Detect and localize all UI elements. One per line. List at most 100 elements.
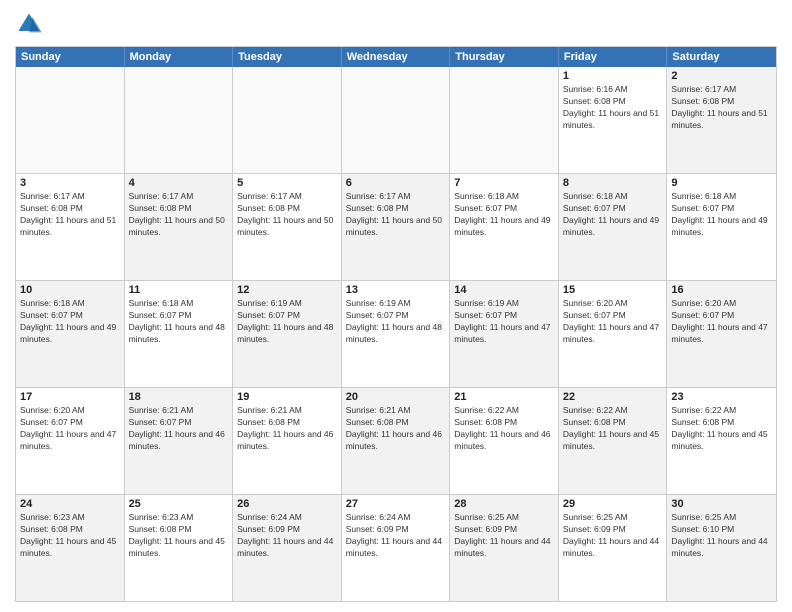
cell-info: Sunrise: 6:20 AM Sunset: 6:07 PM Dayligh… xyxy=(20,405,120,453)
cell-info: Sunrise: 6:25 AM Sunset: 6:09 PM Dayligh… xyxy=(563,512,663,560)
cal-cell-4-1: 25 Sunrise: 6:23 AM Sunset: 6:08 PM Dayli… xyxy=(125,495,234,601)
cal-cell-1-4: 7 Sunrise: 6:18 AM Sunset: 6:07 PM Daylig… xyxy=(450,174,559,280)
day-number: 1 xyxy=(563,70,663,82)
cell-info: Sunrise: 6:16 AM Sunset: 6:08 PM Dayligh… xyxy=(563,84,663,132)
cal-cell-2-6: 16 Sunrise: 6:20 AM Sunset: 6:07 PM Dayli… xyxy=(667,281,776,387)
cal-cell-1-1: 4 Sunrise: 6:17 AM Sunset: 6:08 PM Daylig… xyxy=(125,174,234,280)
cal-cell-4-2: 26 Sunrise: 6:24 AM Sunset: 6:09 PM Dayli… xyxy=(233,495,342,601)
header-day-wednesday: Wednesday xyxy=(342,47,451,67)
cell-info: Sunrise: 6:17 AM Sunset: 6:08 PM Dayligh… xyxy=(129,191,229,239)
day-number: 27 xyxy=(346,498,446,510)
cell-info: Sunrise: 6:21 AM Sunset: 6:08 PM Dayligh… xyxy=(346,405,446,453)
week-row-1: 3 Sunrise: 6:17 AM Sunset: 6:08 PM Daylig… xyxy=(16,174,776,281)
cell-info: Sunrise: 6:22 AM Sunset: 6:08 PM Dayligh… xyxy=(563,405,663,453)
cell-info: Sunrise: 6:23 AM Sunset: 6:08 PM Dayligh… xyxy=(129,512,229,560)
cal-cell-0-2 xyxy=(233,67,342,173)
cal-cell-3-4: 21 Sunrise: 6:22 AM Sunset: 6:08 PM Dayli… xyxy=(450,388,559,494)
cal-cell-1-6: 9Sunrise: 6:18 AM Sunset: 6:07 PM Daylig… xyxy=(667,174,776,280)
day-number: 18 xyxy=(129,391,229,403)
cell-info: Sunrise: 6:22 AM Sunset: 6:08 PM Dayligh… xyxy=(671,405,772,453)
cal-cell-2-0: 10 Sunrise: 6:18 AM Sunset: 6:07 PM Dayli… xyxy=(16,281,125,387)
cell-info: Sunrise: 6:17 AM Sunset: 6:08 PM Dayligh… xyxy=(346,191,446,239)
day-number: 4 xyxy=(129,177,229,189)
day-number: 14 xyxy=(454,284,554,296)
logo xyxy=(15,10,47,38)
cal-cell-2-3: 13 Sunrise: 6:19 AM Sunset: 6:07 PM Dayli… xyxy=(342,281,451,387)
cal-cell-4-5: 29Sunrise: 6:25 AM Sunset: 6:09 PM Dayli… xyxy=(559,495,668,601)
header-day-saturday: Saturday xyxy=(667,47,776,67)
cell-info: Sunrise: 6:18 AM Sunset: 6:07 PM Dayligh… xyxy=(129,298,229,346)
day-number: 9 xyxy=(671,177,772,189)
cal-cell-2-4: 14 Sunrise: 6:19 AM Sunset: 6:07 PM Dayli… xyxy=(450,281,559,387)
cell-info: Sunrise: 6:20 AM Sunset: 6:07 PM Dayligh… xyxy=(563,298,663,346)
cell-info: Sunrise: 6:21 AM Sunset: 6:08 PM Dayligh… xyxy=(237,405,337,453)
day-number: 21 xyxy=(454,391,554,403)
cal-cell-3-5: 22 Sunrise: 6:22 AM Sunset: 6:08 PM Dayli… xyxy=(559,388,668,494)
cal-cell-2-5: 15 Sunrise: 6:20 AM Sunset: 6:07 PM Dayli… xyxy=(559,281,668,387)
week-row-3: 17 Sunrise: 6:20 AM Sunset: 6:07 PM Dayli… xyxy=(16,388,776,495)
week-row-0: 1 Sunrise: 6:16 AM Sunset: 6:08 PM Daylig… xyxy=(16,67,776,174)
cell-info: Sunrise: 6:17 AM Sunset: 6:08 PM Dayligh… xyxy=(20,191,120,239)
day-number: 22 xyxy=(563,391,663,403)
cal-cell-3-2: 19Sunrise: 6:21 AM Sunset: 6:08 PM Dayli… xyxy=(233,388,342,494)
day-number: 28 xyxy=(454,498,554,510)
day-number: 25 xyxy=(129,498,229,510)
cal-cell-1-5: 8 Sunrise: 6:18 AM Sunset: 6:07 PM Daylig… xyxy=(559,174,668,280)
day-number: 17 xyxy=(20,391,120,403)
cell-info: Sunrise: 6:19 AM Sunset: 6:07 PM Dayligh… xyxy=(237,298,337,346)
cal-cell-2-1: 11 Sunrise: 6:18 AM Sunset: 6:07 PM Dayli… xyxy=(125,281,234,387)
cell-info: Sunrise: 6:18 AM Sunset: 6:07 PM Dayligh… xyxy=(563,191,663,239)
cell-info: Sunrise: 6:24 AM Sunset: 6:09 PM Dayligh… xyxy=(237,512,337,560)
header-day-thursday: Thursday xyxy=(450,47,559,67)
header-day-monday: Monday xyxy=(125,47,234,67)
week-row-4: 24 Sunrise: 6:23 AM Sunset: 6:08 PM Dayli… xyxy=(16,495,776,601)
day-number: 3 xyxy=(20,177,120,189)
day-number: 15 xyxy=(563,284,663,296)
cell-info: Sunrise: 6:22 AM Sunset: 6:08 PM Dayligh… xyxy=(454,405,554,453)
day-number: 23 xyxy=(671,391,772,403)
day-number: 30 xyxy=(671,498,772,510)
cal-cell-4-6: 30 Sunrise: 6:25 AM Sunset: 6:10 PM Dayli… xyxy=(667,495,776,601)
cal-cell-3-6: 23 Sunrise: 6:22 AM Sunset: 6:08 PM Dayli… xyxy=(667,388,776,494)
cal-cell-4-4: 28 Sunrise: 6:25 AM Sunset: 6:09 PM Dayli… xyxy=(450,495,559,601)
cal-cell-4-3: 27 Sunrise: 6:24 AM Sunset: 6:09 PM Dayli… xyxy=(342,495,451,601)
calendar-body: 1 Sunrise: 6:16 AM Sunset: 6:08 PM Daylig… xyxy=(16,67,776,601)
cell-info: Sunrise: 6:18 AM Sunset: 6:07 PM Dayligh… xyxy=(454,191,554,239)
cell-info: Sunrise: 6:19 AM Sunset: 6:07 PM Dayligh… xyxy=(346,298,446,346)
day-number: 2 xyxy=(671,70,772,82)
cell-info: Sunrise: 6:24 AM Sunset: 6:09 PM Dayligh… xyxy=(346,512,446,560)
day-number: 11 xyxy=(129,284,229,296)
week-row-2: 10 Sunrise: 6:18 AM Sunset: 6:07 PM Dayli… xyxy=(16,281,776,388)
day-number: 13 xyxy=(346,284,446,296)
cell-info: Sunrise: 6:19 AM Sunset: 6:07 PM Dayligh… xyxy=(454,298,554,346)
header-day-friday: Friday xyxy=(559,47,668,67)
day-number: 12 xyxy=(237,284,337,296)
logo-icon xyxy=(15,10,43,38)
cal-cell-0-6: 2Sunrise: 6:17 AM Sunset: 6:08 PM Daylig… xyxy=(667,67,776,173)
day-number: 5 xyxy=(237,177,337,189)
cal-cell-0-1 xyxy=(125,67,234,173)
cal-cell-0-5: 1 Sunrise: 6:16 AM Sunset: 6:08 PM Daylig… xyxy=(559,67,668,173)
day-number: 16 xyxy=(671,284,772,296)
cal-cell-2-2: 12 Sunrise: 6:19 AM Sunset: 6:07 PM Dayli… xyxy=(233,281,342,387)
header-day-tuesday: Tuesday xyxy=(233,47,342,67)
day-number: 8 xyxy=(563,177,663,189)
cell-info: Sunrise: 6:21 AM Sunset: 6:07 PM Dayligh… xyxy=(129,405,229,453)
page: SundayMondayTuesdayWednesdayThursdayFrid… xyxy=(0,0,792,612)
cell-info: Sunrise: 6:25 AM Sunset: 6:09 PM Dayligh… xyxy=(454,512,554,560)
cell-info: Sunrise: 6:17 AM Sunset: 6:08 PM Dayligh… xyxy=(237,191,337,239)
cal-cell-3-3: 20Sunrise: 6:21 AM Sunset: 6:08 PM Dayli… xyxy=(342,388,451,494)
cal-cell-3-0: 17 Sunrise: 6:20 AM Sunset: 6:07 PM Dayli… xyxy=(16,388,125,494)
calendar-header: SundayMondayTuesdayWednesdayThursdayFrid… xyxy=(16,47,776,67)
cell-info: Sunrise: 6:18 AM Sunset: 6:07 PM Dayligh… xyxy=(20,298,120,346)
cal-cell-4-0: 24Sunrise: 6:23 AM Sunset: 6:08 PM Dayli… xyxy=(16,495,125,601)
day-number: 24 xyxy=(20,498,120,510)
day-number: 26 xyxy=(237,498,337,510)
day-number: 7 xyxy=(454,177,554,189)
cal-cell-1-2: 5 Sunrise: 6:17 AM Sunset: 6:08 PM Daylig… xyxy=(233,174,342,280)
day-number: 10 xyxy=(20,284,120,296)
cell-info: Sunrise: 6:25 AM Sunset: 6:10 PM Dayligh… xyxy=(671,512,772,560)
header xyxy=(15,10,777,38)
calendar: SundayMondayTuesdayWednesdayThursdayFrid… xyxy=(15,46,777,602)
cell-info: Sunrise: 6:20 AM Sunset: 6:07 PM Dayligh… xyxy=(671,298,772,346)
